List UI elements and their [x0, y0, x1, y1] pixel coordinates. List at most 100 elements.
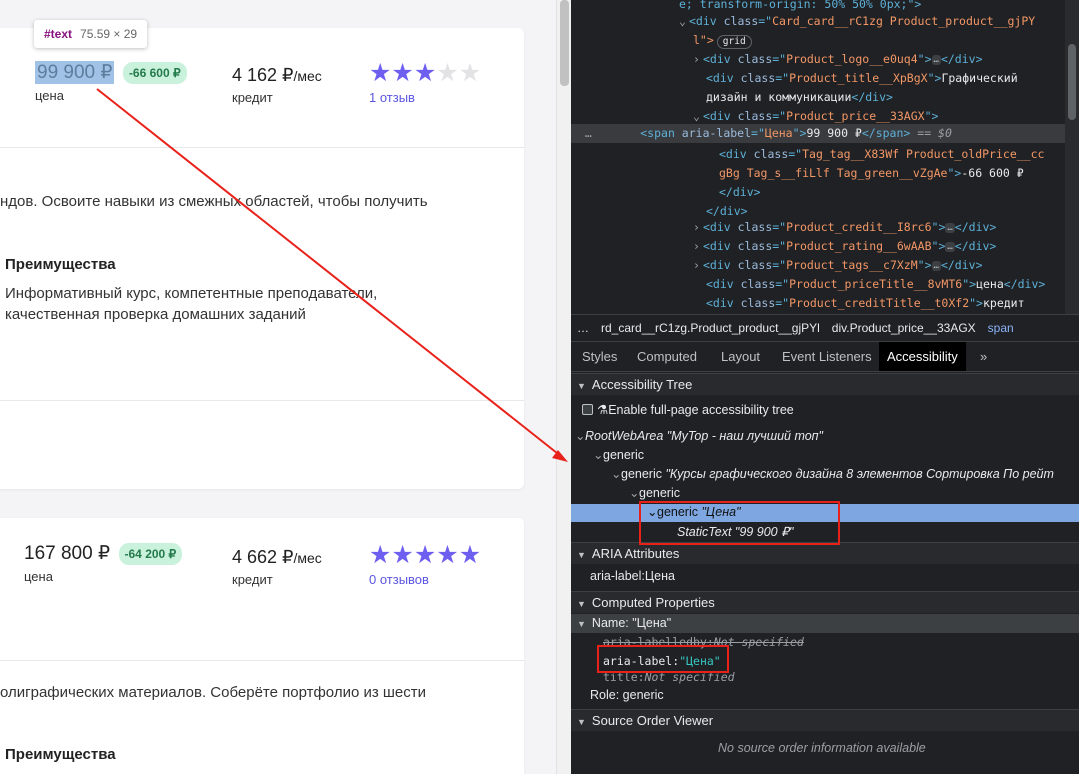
tab-layout[interactable]: Layout — [721, 342, 760, 371]
rating-block: ★★★★★ 0 отзывов — [369, 542, 481, 587]
price-block: 99 900 ₽ -66 600 ₽ цена — [35, 61, 187, 103]
credit-caption: кредит — [232, 90, 273, 105]
code-line-credit[interactable]: › <div class="Product_credit__I8rc6">… </d… — [693, 218, 996, 237]
credit-value: 4 662 ₽ — [232, 547, 294, 567]
collapsed-dots[interactable]: … — [931, 54, 941, 65]
breadcrumb-item[interactable]: … — [571, 315, 595, 341]
aria-attributes-header[interactable]: ▼ ARIA Attributes — [571, 542, 1079, 564]
ax-node-root[interactable]: ⌄RootWebArea "MyTop - наш лучший топ" — [575, 427, 823, 446]
collapsed-dots[interactable]: … — [945, 241, 955, 252]
old-price-tag: -66 600 ₽ — [122, 61, 187, 84]
collapse-triangle-icon: ▼ — [577, 599, 586, 609]
code-line-price-title[interactable]: <div class="Product_priceTitle__8vMT6">ц… — [706, 275, 1045, 294]
source-order-header[interactable]: ▼ Source Order Viewer — [571, 709, 1079, 731]
price-value: 99 900 ₽ — [35, 61, 115, 84]
star-filled-icon: ★ — [369, 541, 392, 569]
code-line-title[interactable]: <div class="Product_title__XpBgX">Графич… — [706, 69, 1018, 88]
code-line-credit-title[interactable]: <div class="Product_creditTitle__t0Xf2">… — [706, 294, 1025, 313]
accessibility-tree-header[interactable]: ▼ Accessibility Tree — [571, 373, 1079, 395]
code-line-logo[interactable]: › <div class="Product_logo__e0uq4">… </div… — [693, 50, 983, 69]
collapsed-dots[interactable]: … — [931, 260, 941, 271]
computed-role: Role: generic — [590, 688, 664, 702]
code-line-card[interactable]: ⌄ <div class="Card_card__rC1zg Product_pr… — [679, 12, 1035, 31]
reviews-link[interactable]: 0 отзывов — [369, 572, 481, 587]
annotation-box — [639, 501, 840, 545]
page-scrollbar-thumb[interactable] — [560, 0, 569, 86]
old-price-tag: -64 200 ₽ — [118, 542, 183, 565]
breadcrumb-item-current[interactable]: span — [982, 315, 1020, 341]
enable-full-page-tree[interactable]: ⚗Enable full-page accessibility tree — [582, 401, 794, 420]
tab-computed[interactable]: Computed — [637, 342, 697, 371]
flask-icon: ⚗ — [597, 403, 609, 417]
grid-badge[interactable]: grid — [716, 35, 752, 49]
code-line: l"> grid — [693, 31, 752, 50]
star-filled-icon: ★ — [391, 59, 414, 87]
rating-block: ★★★★★ 1 отзыв — [369, 60, 481, 105]
elements-tree: e; transform-origin: 50% 50% 0px;"> ⌄ <di… — [571, 0, 1079, 314]
sidebar-tabs: Styles Computed Layout Event Listeners A… — [571, 342, 1079, 372]
divider — [0, 147, 524, 148]
star-filled-icon: ★ — [413, 541, 437, 569]
aria-label-attribute: aria-label:Цена — [590, 569, 675, 583]
collapse-triangle-icon: ▼ — [577, 619, 586, 629]
star-filled-icon: ★ — [436, 541, 459, 569]
star-filled-icon: ★ — [413, 59, 437, 87]
enable-label: Enable full-page accessibility tree — [608, 403, 794, 417]
rating-stars: ★★★★★ — [369, 60, 481, 86]
collapse-triangle-icon: ▼ — [577, 381, 586, 391]
product-list-page: #text 75.59 × 29 99 900 ₽ -66 600 ₽ цена … — [0, 0, 556, 774]
breadcrumb-item[interactable]: div.Product_price__33AGX — [826, 315, 982, 341]
ax-node-generic[interactable]: ⌄generic — [593, 446, 644, 465]
breadcrumb-item[interactable]: rd_card__rC1zg.Product_product__gjPYl — [595, 315, 826, 341]
price-caption: цена — [35, 88, 64, 103]
inspect-tooltip: #text 75.59 × 29 — [34, 20, 148, 48]
product-card: 167 800 ₽ -64 200 ₽ цена 4 662 ₽/мес кре… — [0, 518, 524, 774]
breadcrumb: … rd_card__rC1zg.Product_product__gjPYl di… — [571, 314, 1079, 342]
credit-unit: /мес — [293, 68, 322, 84]
elements-scrollbar[interactable] — [1065, 0, 1079, 314]
credit-block: 4 162 ₽/мес кредит — [232, 65, 322, 105]
price-value: 167 800 ₽ — [24, 543, 111, 564]
advantages-title: Преимущества — [5, 746, 116, 763]
computed-name-row[interactable]: ▼ Name: "Цена" — [571, 614, 1079, 633]
star-filled-icon: ★ — [391, 541, 414, 569]
code-line: дизайн и коммуникации</div> — [706, 90, 893, 104]
credit-value: 4 162 ₽ — [232, 65, 294, 85]
source-order-note: No source order information available — [718, 741, 926, 755]
tab-event-listeners[interactable]: Event Listeners — [782, 342, 872, 371]
ax-node-generic-list[interactable]: ⌄generic "Курсы графического дизайна 8 э… — [611, 465, 1054, 484]
course-description: ндов. Освоите навыки из смежных областей… — [0, 193, 428, 210]
tabs-overflow-icon[interactable]: » — [980, 342, 987, 371]
star-filled-icon: ★ — [458, 541, 482, 569]
code-line-rating[interactable]: › <div class="Product_rating__6wAAB">… </d… — [693, 237, 996, 256]
collapse-triangle-icon: ▼ — [577, 717, 586, 727]
rating-stars: ★★★★★ — [369, 542, 481, 568]
page-scrollbar[interactable] — [556, 0, 571, 774]
advantages-text: Информативный курс, компетентные препода… — [5, 283, 425, 325]
tab-styles[interactable]: Styles — [582, 342, 617, 371]
advantages-line: Информативный курс, компетентные препода… — [5, 285, 378, 302]
code-line-selected-span[interactable]: … <span aria-label="Цена">99 900 ₽</span… — [571, 124, 1065, 143]
credit-caption: кредит — [232, 572, 273, 587]
course-description: олиграфических материалов. Соберёте порт… — [0, 684, 427, 701]
collapse-triangle-icon: ▼ — [577, 550, 586, 560]
collapsed-dots[interactable]: … — [945, 222, 955, 233]
star-empty-icon: ★ — [436, 59, 459, 87]
tab-accessibility[interactable]: Accessibility — [879, 342, 966, 371]
price-caption: цена — [24, 569, 53, 584]
checkbox[interactable] — [582, 404, 593, 415]
credit-block: 4 662 ₽/мес кредит — [232, 547, 322, 587]
price-block: 167 800 ₽ -64 200 ₽ цена — [24, 542, 183, 584]
annotation-box — [597, 645, 729, 673]
code-line-tag[interactable]: <div class="Tag_tag__X83Wf Product_oldPr… — [719, 145, 1044, 164]
reviews-link[interactable]: 1 отзыв — [369, 90, 481, 105]
star-empty-icon: ★ — [458, 59, 482, 87]
credit-unit: /мес — [293, 550, 322, 566]
code-line: gBg Tag_s__fiLlf Tag_green__vZgAe">-66 6… — [719, 166, 1024, 180]
elements-scrollbar-thumb[interactable] — [1068, 44, 1076, 120]
code-line-tags[interactable]: › <div class="Product_tags__c7XzM">… </div… — [693, 256, 983, 275]
computed-properties-header[interactable]: ▼ Computed Properties — [571, 591, 1079, 613]
code-line: </div> — [719, 185, 761, 199]
divider — [0, 660, 524, 661]
divider — [0, 400, 524, 401]
